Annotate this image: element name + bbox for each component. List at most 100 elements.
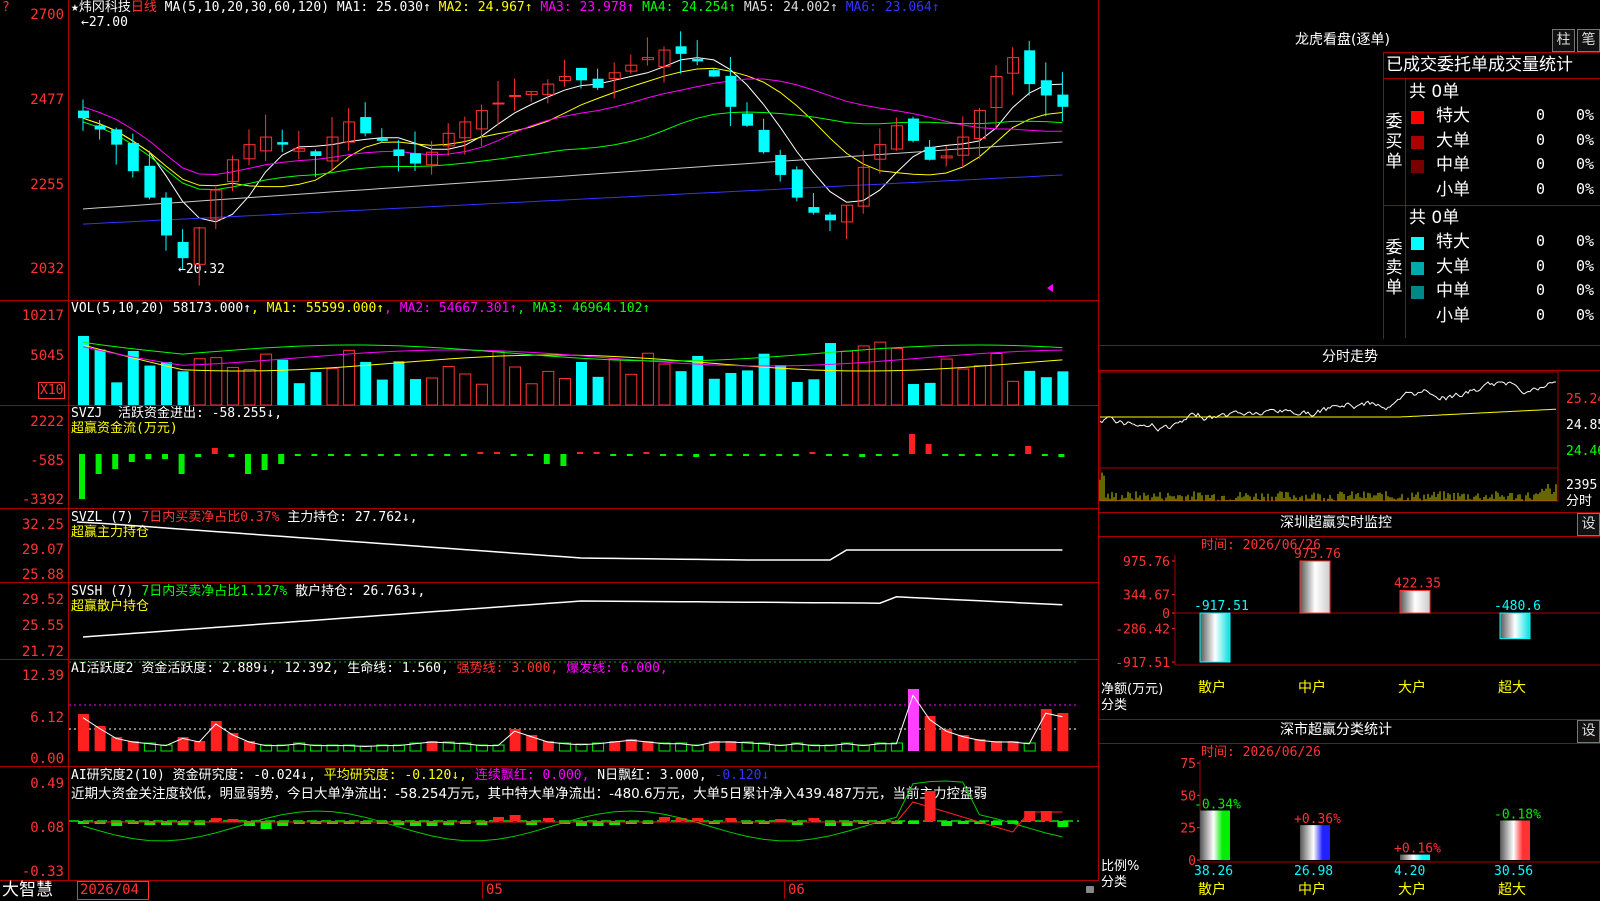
volume-bar [542,370,555,406]
category-label: 大户 [1398,679,1426,696]
flow-bar [925,444,932,454]
monitor-y-tick: 344.67 [1123,589,1170,604]
intraday-chart[interactable] [1099,371,1565,512]
flow-bar [228,454,235,457]
flow-bar [792,454,799,456]
classify-time: 时间: 2026/06/26 [1201,745,1321,760]
order-type-label: 大单 [1436,256,1470,277]
vol-unit: X10 [38,382,66,399]
flow-bar [676,454,683,456]
flow-bar [577,452,583,454]
candle-body [708,70,720,77]
volume-bar [210,357,223,406]
research-bar [210,818,222,821]
candle-body [1040,80,1052,96]
volume-bar [94,349,106,405]
volume-bar [592,376,604,405]
net-amount-bar [1399,590,1431,614]
flow-bar [892,454,899,456]
ratio-bar [1300,825,1330,860]
legend-swatch [1411,261,1424,275]
candle-body [808,207,820,213]
ma-label: MA6: [837,0,885,15]
volume-bar [193,358,206,406]
ratio-bar-chart[interactable]: 7550250-0.34%38.26散户+0.36%26.98中户+0.16%4… [1100,757,1600,900]
bar-mode-button[interactable]: 柱 [1552,29,1575,52]
intraday-y-label: 25.24 [1566,392,1600,407]
stats-header: 已成交委托单成交量统计 [1386,55,1573,75]
y-label: 5045 [30,348,64,364]
order-type-label: 中单 [1436,155,1470,175]
main-position-chart[interactable] [69,508,1097,582]
retail-position-chart[interactable] [69,582,1097,659]
order-percent: 0% [1576,232,1595,250]
intraday-title: 分时走势 [1322,349,1378,365]
period-label[interactable]: 日线 [131,0,157,15]
volume-bar [857,345,870,406]
monitor-settings-button[interactable]: 设 [1577,513,1600,536]
activity-chart[interactable] [69,659,1097,766]
tick-mode-button[interactable]: 笔 [1577,29,1600,52]
volume-bar [459,373,472,406]
volume-bar [226,366,239,406]
legend-swatch [1411,135,1424,149]
sell-side-char: 单 [1385,278,1403,298]
research-bar [725,818,737,821]
candle-body [177,241,189,259]
activity-bar [78,714,89,751]
volume-chart[interactable] [69,318,1097,406]
monitor-xlabel: 分类 [1101,698,1128,713]
fund-flow-chart[interactable] [69,405,1097,508]
volume-bar [558,378,571,406]
intraday-vol-label: 2395 [1566,478,1598,493]
flow-bar [245,454,251,474]
legend-swatch [1411,237,1424,250]
flow-bar [842,454,849,456]
activity-bar [210,721,222,751]
classify-settings-button[interactable]: 设 [1577,720,1600,743]
flow-bar [593,452,600,454]
lock-icon[interactable] [1086,886,1094,893]
y-label: 2700 [30,7,64,23]
classify-y-tick: 75 [1180,757,1196,772]
candlestick-chart[interactable] [69,16,1097,296]
volume-ma-line [82,346,1063,367]
volume-bar [1007,380,1020,406]
intraday-vol-sub: 分时 [1566,494,1593,509]
legend-swatch [1411,111,1424,124]
y-label: -585 [30,453,64,469]
flow-bar [1041,454,1048,456]
volume-bar [625,373,638,406]
ma-header: MA(5,10,20,30,60,120) [164,0,330,15]
candle-body [558,76,571,82]
flow-bar [361,454,368,456]
stats-divider [1383,78,1600,79]
order-percent: 0% [1576,155,1595,173]
marker-icon [1047,284,1053,292]
y-label: -0.33 [21,864,64,880]
volume-bar [161,362,172,405]
flow-bar [79,454,85,499]
buy-side-label: 委买单 [1384,112,1404,172]
stock-name[interactable]: ★炜冈科技 [71,0,131,15]
category-label: 散户 [1198,679,1226,696]
volume-bar [144,365,156,405]
y-label: 32.25 [21,517,64,533]
flow-bar [875,454,882,456]
bar-value-label: 422.35 [1394,577,1441,592]
ma-label: MA2: [430,0,478,15]
candle-body [393,149,405,156]
bar-value-label: -917.51 [1194,599,1249,614]
flow-bar [95,454,102,474]
flow-bar [643,452,650,454]
volume-bar [442,366,455,406]
research-chart[interactable] [69,766,1097,880]
candle-body [742,113,753,126]
legend-swatch [1411,160,1424,173]
classify-y-tick: 25 [1180,822,1196,837]
net-amount-bar-chart[interactable]: 975.76 344.67 0-286.42 -917.51 -917.51 散户 975.… [1100,547,1600,715]
volume-bar [310,372,322,405]
ratio-value-label: 26.98 [1294,864,1333,879]
order-type-label: 小单 [1436,179,1470,200]
intraday-avg-line [1100,408,1557,418]
